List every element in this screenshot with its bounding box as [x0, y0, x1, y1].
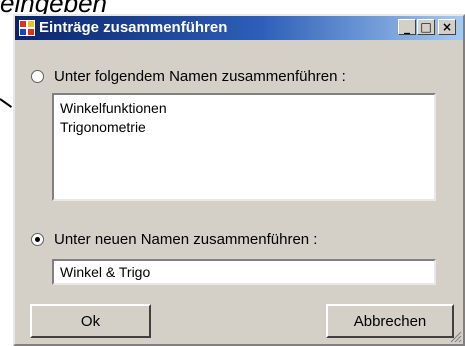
- resize-grip-icon[interactable]: [448, 329, 462, 343]
- close-button[interactable]: ×: [438, 19, 456, 35]
- merge-existing-radio[interactable]: [31, 70, 44, 83]
- existing-names-list[interactable]: Winkelfunktionen Trigonometrie: [52, 93, 436, 201]
- merge-existing-option[interactable]: Unter folgendem Namen zusammenführen :: [31, 68, 346, 85]
- new-name-input[interactable]: Winkel & Trigo: [52, 259, 436, 285]
- minimize-button[interactable]: _: [398, 19, 416, 35]
- ok-button[interactable]: Ok: [30, 304, 151, 338]
- window-title: Einträge zusammenführen: [39, 19, 228, 36]
- merge-existing-label: Unter folgendem Namen zusammenführen :: [54, 68, 346, 85]
- merge-new-label: Unter neuen Namen zusammenführen :: [54, 231, 318, 248]
- merge-new-option[interactable]: Unter neuen Namen zusammenführen :: [31, 231, 317, 248]
- background-connector-line: [0, 98, 13, 108]
- maximize-button[interactable]: □: [417, 19, 435, 35]
- cancel-button[interactable]: Abbrechen: [326, 304, 454, 338]
- title-bar[interactable]: Einträge zusammenführen _ □ ×: [15, 16, 463, 40]
- list-item[interactable]: Trigonometrie: [60, 118, 428, 137]
- list-item[interactable]: Winkelfunktionen: [60, 99, 428, 118]
- app-icon: [19, 20, 35, 36]
- merge-entries-dialog: Einträge zusammenführen _ □ × Unter folg…: [13, 14, 465, 346]
- merge-new-radio[interactable]: [31, 233, 44, 246]
